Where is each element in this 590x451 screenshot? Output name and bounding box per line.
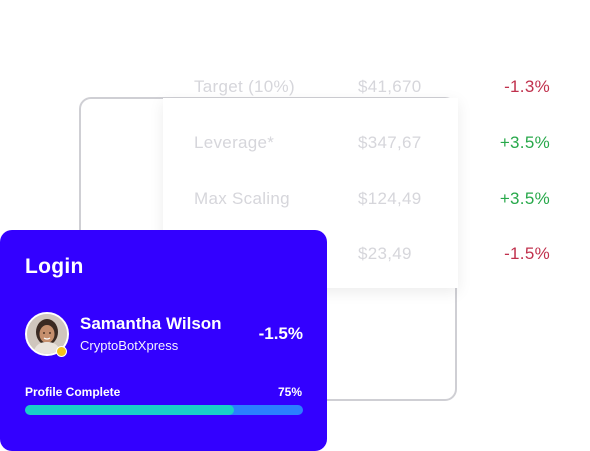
dashboard-stage: Target (10%) $41,670 -1.3% Leverage* $34… <box>0 0 590 451</box>
row-change: -1.5% <box>504 244 550 263</box>
row-change: +3.5% <box>499 189 550 208</box>
row-label: Target (10%) <box>194 77 295 96</box>
progress-label: Profile Complete <box>25 385 121 399</box>
row-change: +3.5% <box>499 133 550 152</box>
row-change: -1.3% <box>504 77 550 96</box>
user-name: Samantha Wilson <box>80 314 222 333</box>
row-price: $41,670 <box>358 77 422 96</box>
profile-progress-bar <box>25 405 303 415</box>
progress-value: 75% <box>277 385 302 399</box>
status-badge-icon <box>56 346 67 357</box>
user-subtitle: CryptoBotXpress <box>80 338 179 353</box>
profile-progress-fill <box>25 405 234 415</box>
login-title: Login <box>25 255 84 278</box>
user-change: -1.5% <box>258 324 303 343</box>
login-card[interactable]: Login Samantha Wilson CryptoBotXpress -1… <box>0 230 327 451</box>
